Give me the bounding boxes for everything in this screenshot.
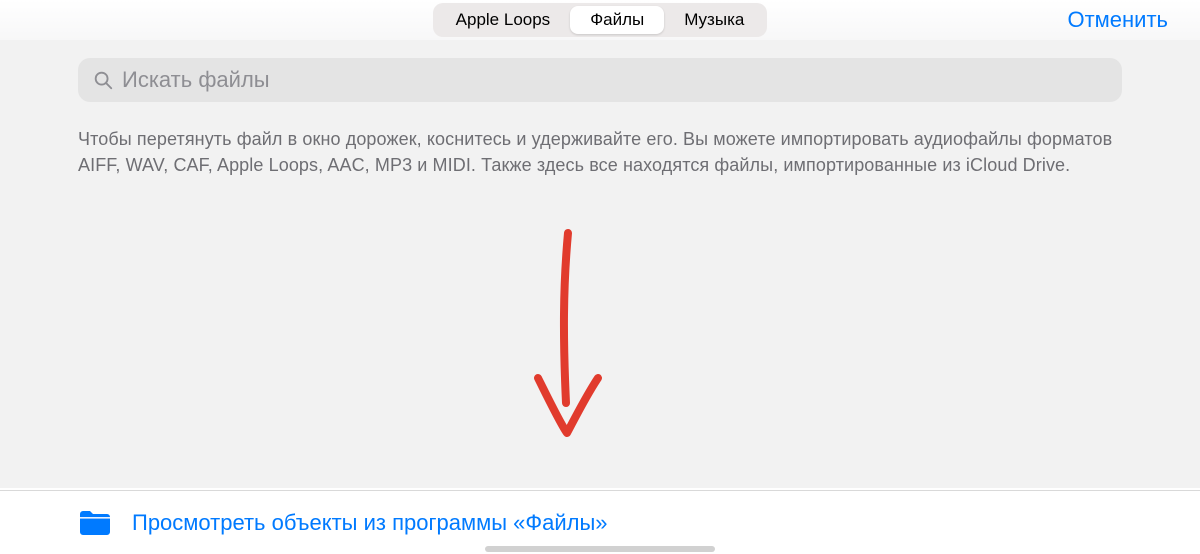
top-toolbar: Apple Loops Файлы Музыка Отменить [0, 0, 1200, 40]
bottom-toolbar: Просмотреть объекты из программы «Файлы» [0, 490, 1200, 554]
search-input[interactable] [114, 67, 1108, 93]
search-bar[interactable] [78, 58, 1122, 102]
tab-music[interactable]: Музыка [664, 6, 764, 34]
cancel-button[interactable]: Отменить [1067, 0, 1168, 40]
home-indicator [485, 546, 715, 552]
content-panel: Чтобы перетянуть файл в окно дорожек, ко… [0, 40, 1200, 488]
tab-files[interactable]: Файлы [570, 6, 664, 34]
browse-files-button[interactable]: Просмотреть объекты из программы «Файлы» [132, 510, 608, 536]
tab-apple-loops[interactable]: Apple Loops [436, 6, 571, 34]
search-icon [92, 69, 114, 91]
hint-text: Чтобы перетянуть файл в окно дорожек, ко… [78, 126, 1122, 178]
segmented-control: Apple Loops Файлы Музыка [433, 3, 768, 37]
folder-icon [78, 509, 112, 537]
